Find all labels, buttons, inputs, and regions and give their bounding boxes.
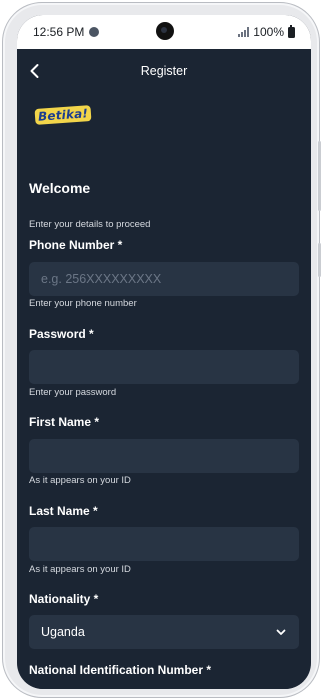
logo-text: Betika! — [34, 105, 92, 125]
first-name-input[interactable] — [29, 439, 299, 473]
nationality-label: Nationality * — [29, 592, 99, 606]
status-bar: 12:56 PM 100% — [17, 15, 311, 49]
battery-icon — [288, 24, 295, 38]
chevron-left-icon[interactable] — [25, 61, 45, 81]
status-right: 100% — [238, 24, 295, 39]
welcome-subtext: Enter your details to proceed — [29, 219, 151, 230]
welcome-heading: Welcome — [29, 180, 91, 196]
nationality-value: Uganda — [41, 625, 85, 639]
brand-logo: Betika! — [34, 105, 92, 125]
last-name-hint: As it appears on your ID — [29, 564, 131, 575]
screen-bottom-edge — [17, 681, 311, 689]
chevron-down-icon — [276, 629, 286, 635]
page-title: Register — [140, 64, 188, 78]
power-button — [318, 141, 321, 211]
first-name-label: First Name * — [29, 415, 100, 429]
phone-label: Phone Number * — [29, 238, 123, 252]
status-left: 12:56 PM — [33, 25, 100, 39]
password-label: Password * — [29, 327, 94, 341]
phone-frame: 12:56 PM 100% Register Betika! Welcome E… — [2, 2, 321, 698]
camera-cutout — [156, 22, 174, 40]
volume-button — [318, 243, 321, 277]
password-hint: Enter your password — [29, 387, 117, 398]
app-bar: Register — [17, 49, 311, 93]
signal-icon — [238, 27, 250, 37]
last-name-input[interactable] — [29, 527, 299, 561]
password-input[interactable] — [29, 350, 299, 384]
phone-hint: Enter your phone number — [29, 298, 137, 309]
app-screen: 12:56 PM 100% Register Betika! Welcome E… — [17, 15, 311, 689]
last-name-label: Last Name * — [29, 504, 98, 518]
nationality-select[interactable]: Uganda — [29, 615, 299, 649]
national-id-label: National Identification Number * — [29, 663, 212, 677]
phone-input[interactable] — [29, 262, 299, 296]
battery-percent: 100% — [253, 25, 284, 39]
status-time: 12:56 PM — [33, 25, 85, 39]
notification-icon — [89, 27, 100, 37]
first-name-hint: As it appears on your ID — [29, 475, 131, 486]
